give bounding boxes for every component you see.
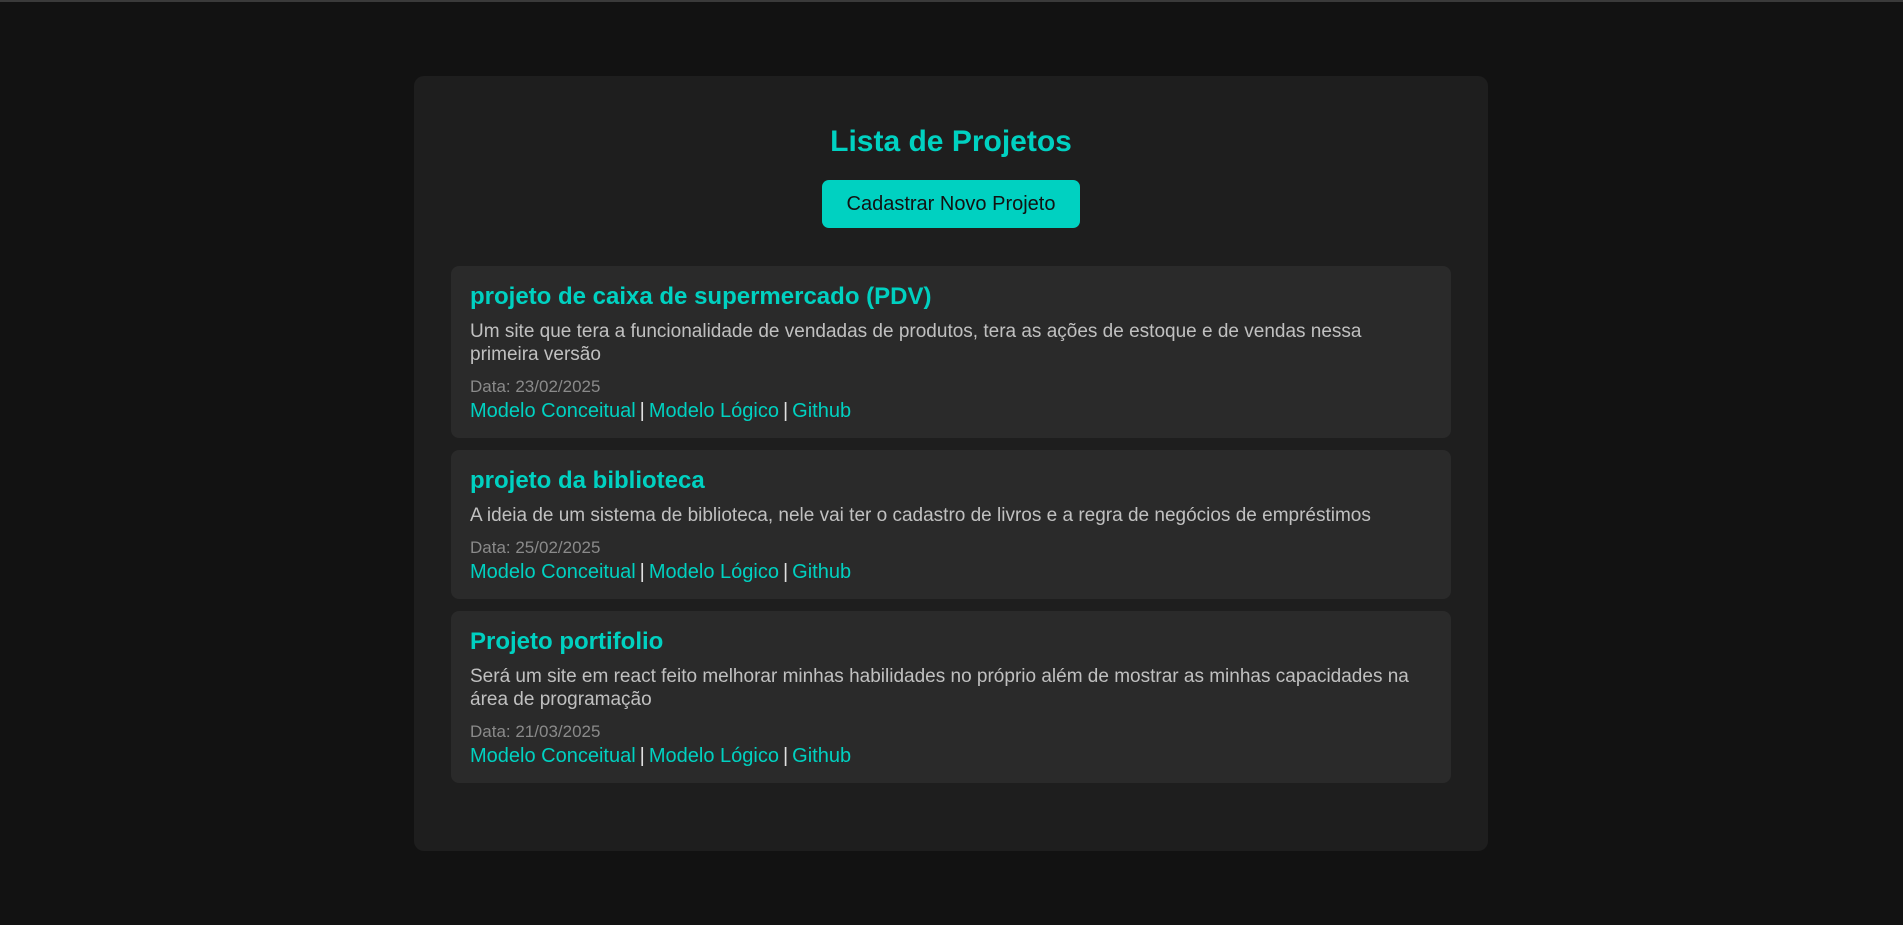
- link-separator: |: [782, 745, 789, 767]
- project-date: Data: 25/02/2025: [470, 538, 601, 557]
- project-links: Modelo Conceitual | Modelo Lógico | Github: [470, 744, 1432, 768]
- project-date: Data: 23/02/2025: [470, 377, 601, 396]
- window-top-border: [0, 0, 1903, 2]
- link-separator: |: [782, 561, 789, 583]
- project-title: projeto de caixa de supermercado (PDV): [470, 283, 932, 310]
- link-separator: |: [639, 561, 645, 583]
- logical-model-link[interactable]: Modelo Lógico: [649, 400, 779, 422]
- projects-container: Lista de Projetos Cadastrar Novo Projeto…: [414, 76, 1488, 851]
- new-project-button[interactable]: Cadastrar Novo Projeto: [821, 180, 1081, 228]
- project-description: Será um site em react feito melhorar min…: [470, 666, 1409, 710]
- logical-model-link[interactable]: Modelo Lógico: [649, 745, 779, 767]
- project-card: projeto de caixa de supermercado (PDV) U…: [451, 266, 1451, 438]
- link-separator: |: [639, 745, 645, 767]
- conceptual-model-link[interactable]: Modelo Conceitual: [470, 400, 636, 422]
- github-link[interactable]: Github: [792, 745, 851, 767]
- conceptual-model-link[interactable]: Modelo Conceitual: [470, 745, 636, 767]
- button-wrapper: Cadastrar Novo Projeto: [451, 180, 1451, 228]
- project-card: projeto da biblioteca A ideia de um sist…: [451, 450, 1451, 599]
- github-link[interactable]: Github: [792, 561, 851, 583]
- link-separator: |: [782, 400, 789, 422]
- page-title: Lista de Projetos: [830, 125, 1072, 158]
- project-card: Projeto portifolio Será um site em react…: [451, 611, 1451, 783]
- link-separator: |: [639, 400, 645, 422]
- project-title: projeto da biblioteca: [470, 467, 705, 494]
- conceptual-model-link[interactable]: Modelo Conceitual: [470, 561, 636, 583]
- github-link[interactable]: Github: [792, 400, 851, 422]
- project-title: Projeto portifolio: [470, 628, 664, 655]
- project-date: Data: 21/03/2025: [470, 722, 601, 741]
- project-links: Modelo Conceitual | Modelo Lógico | Github: [470, 399, 1432, 423]
- project-list: projeto de caixa de supermercado (PDV) U…: [451, 266, 1451, 783]
- project-description: Um site que tera a funcionalidade de ven…: [470, 321, 1362, 365]
- logical-model-link[interactable]: Modelo Lógico: [649, 561, 779, 583]
- project-description: A ideia de um sistema de biblioteca, nel…: [470, 505, 1371, 526]
- project-links: Modelo Conceitual | Modelo Lógico | Github: [470, 560, 1432, 584]
